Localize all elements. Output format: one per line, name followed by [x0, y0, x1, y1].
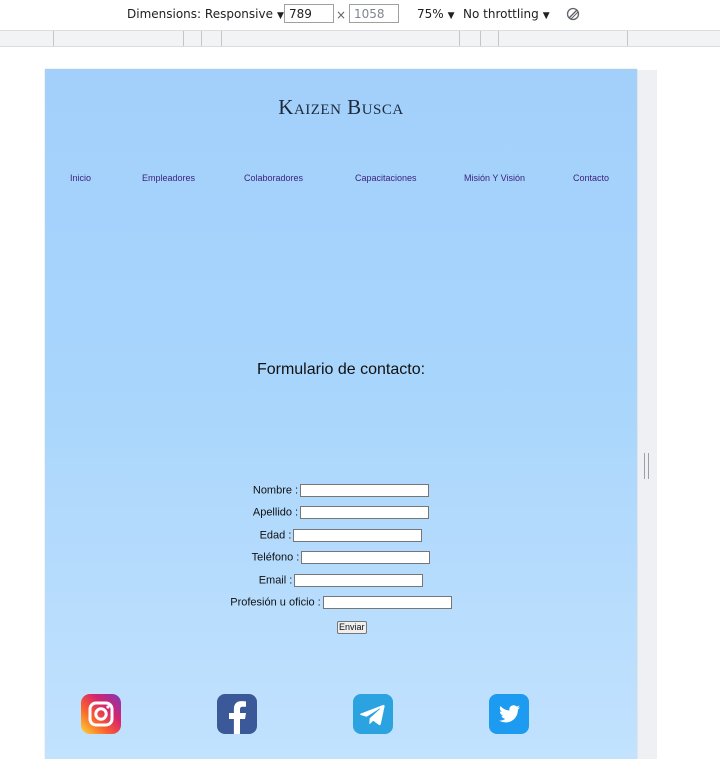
field-row-apellido: Apellido : — [45, 506, 637, 522]
field-row-email: Email : — [45, 574, 637, 590]
edad-input[interactable] — [293, 529, 423, 542]
nav-colaboradores[interactable]: Colaboradores — [244, 173, 303, 183]
field-label: Apellido : — [252, 506, 299, 519]
telegram-icon[interactable] — [353, 694, 393, 734]
times-symbol: × — [336, 8, 347, 22]
submit-button[interactable]: Enviar — [337, 621, 367, 634]
dimensions-label: Dimensions: Responsive — [127, 7, 273, 21]
profesion-input[interactable] — [322, 596, 452, 609]
nav-contacto[interactable]: Contacto — [573, 173, 609, 183]
caret-down-icon: ▼ — [276, 11, 284, 21]
field-label: Profesión u oficio : — [230, 596, 321, 609]
throttling-label: No throttling — [463, 7, 539, 21]
main-nav: Inicio Empleadores Colaboradores Capacit… — [45, 173, 637, 187]
instagram-icon[interactable] — [81, 694, 121, 734]
site-brand: Kaizen Busca — [278, 95, 404, 119]
caret-down-icon: ▼ — [447, 11, 455, 21]
dimensions-dropdown[interactable]: Dimensions: Responsive ▼ — [127, 7, 284, 21]
height-input[interactable] — [349, 4, 399, 23]
field-row-profesion: Profesión u oficio : — [45, 596, 637, 612]
nombre-input[interactable] — [300, 484, 430, 497]
field-label: Edad : — [259, 529, 292, 542]
telefono-input[interactable] — [301, 551, 431, 564]
caret-down-icon: ▼ — [542, 11, 550, 21]
nav-capacitaciones[interactable]: Capacitaciones — [355, 173, 417, 183]
page-viewport: Kaizen Busca Inicio Empleadores Colabora… — [45, 69, 637, 759]
rotate-icon[interactable] — [566, 7, 580, 21]
nav-inicio[interactable]: Inicio — [70, 173, 91, 183]
nav-mision-vision[interactable]: Misión Y Visión — [464, 173, 525, 183]
media-query-ruler[interactable] — [0, 31, 720, 47]
form-title: Formulario de contacto: — [256, 361, 426, 378]
facebook-icon[interactable] — [217, 694, 257, 734]
zoom-label: 75% — [417, 7, 444, 21]
width-input[interactable] — [284, 4, 334, 23]
field-label: Teléfono : — [251, 551, 300, 564]
device-toolbar: Dimensions: Responsive▼ × 75%▼ No thrott… — [0, 0, 720, 31]
resize-gutter — [637, 70, 657, 759]
field-label: Email : — [258, 574, 293, 587]
resize-handle[interactable] — [644, 453, 650, 479]
nav-empleadores[interactable]: Empleadores — [142, 173, 195, 183]
zoom-dropdown[interactable]: 75% ▼ — [417, 7, 455, 21]
field-label: Nombre : — [252, 484, 299, 497]
throttling-dropdown[interactable]: No throttling ▼ — [463, 7, 550, 21]
twitter-icon[interactable] — [489, 694, 529, 734]
field-row-edad: Edad : — [45, 529, 637, 545]
field-row-nombre: Nombre : — [45, 484, 637, 500]
email-input[interactable] — [294, 574, 424, 587]
field-row-telefono: Teléfono : — [45, 551, 637, 567]
apellido-input[interactable] — [300, 506, 430, 519]
